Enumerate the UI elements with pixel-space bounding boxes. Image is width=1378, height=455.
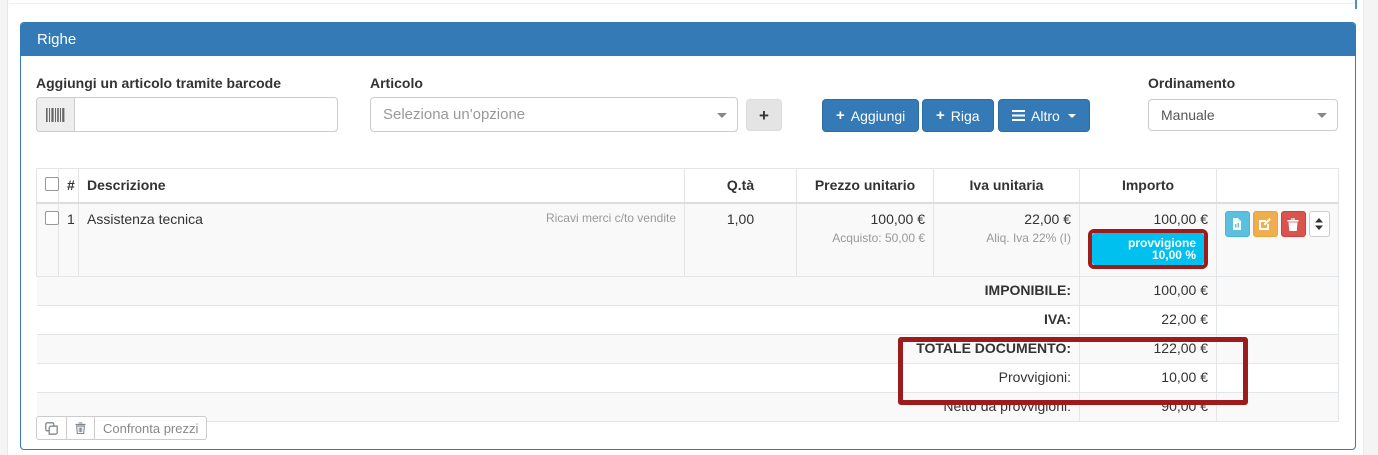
righe-panel: Righe Aggiungi un articolo tramite barco… [20, 22, 1356, 450]
trash-icon [75, 422, 86, 434]
rows-table: # Descrizione Q.tà Prezzo unitario Iva u… [36, 168, 1339, 422]
row-account: Ricavi merci c/to vendite [546, 211, 676, 225]
summary-label: Provvigioni: [37, 364, 1080, 393]
add-article-button[interactable]: + [746, 99, 782, 131]
ordinamento-label: Ordinamento [1148, 75, 1235, 91]
riga-button[interactable]: + Riga [922, 99, 994, 132]
row-description: Assistenza tecnica [87, 211, 203, 227]
row-select-cell [37, 203, 59, 277]
row-purchase-price: Acquisto: 50,00 € [805, 231, 925, 245]
panel-title: Righe [21, 23, 1355, 56]
file-document-icon [1230, 217, 1244, 231]
summary-label: IVA: [37, 306, 1080, 335]
articolo-select[interactable]: Seleziona un'opzione [370, 97, 738, 132]
provvigione-badge: provvigione 10,00 % [1092, 233, 1204, 265]
summary-value: 22,00 € [1080, 306, 1217, 335]
col-importo: Importo [1080, 169, 1217, 204]
barcode-addon [36, 97, 74, 132]
col-qta: Q.tà [685, 169, 797, 204]
col-descrizione: Descrizione [79, 169, 685, 204]
altro-dropdown-button[interactable]: Altro [998, 99, 1090, 132]
row-amount-cell: 100,00 € provvigione 10,00 % [1080, 203, 1217, 277]
plus-icon: + [936, 107, 945, 124]
row-vat-rate: Aliq. Iva 22% (I) [942, 231, 1071, 245]
summary-value: 122,00 € [1080, 335, 1217, 364]
summary-value: 10,00 € [1080, 364, 1217, 393]
riga-button-label: Riga [951, 108, 980, 124]
barcode-icon [46, 108, 66, 122]
summary-empty-cell [1217, 335, 1339, 364]
row-unit-price: 100,00 € [805, 211, 925, 227]
plus-icon: + [759, 107, 769, 124]
previous-panel-divider [9, 3, 1355, 4]
row-description-cell: Assistenza tecnica Ricavi merci c/to ven… [79, 203, 685, 277]
chevron-down-icon [1317, 113, 1327, 118]
summary-label: IMPONIBILE: [37, 277, 1080, 306]
sort-arrows-icon [1314, 218, 1324, 230]
highlight-annotation-badge: provvigione 10,00 % [1088, 229, 1208, 269]
summary-empty-cell [1217, 277, 1339, 306]
edit-button[interactable] [1253, 211, 1278, 237]
rows-table-wrap: # Descrizione Q.tà Prezzo unitario Iva u… [36, 168, 1338, 422]
list-icon [1012, 110, 1025, 121]
trash-icon [1287, 218, 1299, 231]
barcode-input[interactable] [74, 97, 338, 132]
summary-row-totale: TOTALE DOCUMENTO: 122,00 € [37, 335, 1339, 364]
page-gutter-left [0, 0, 8, 455]
summary-empty-cell [1217, 306, 1339, 335]
select-all-checkbox[interactable] [45, 177, 59, 191]
aggiungi-button[interactable]: + Aggiungi [822, 99, 919, 132]
table-row: 1 Assistenza tecnica Ricavi merci c/to v… [37, 203, 1339, 277]
sort-handle[interactable] [1309, 211, 1330, 237]
row-number: 1 [59, 203, 79, 277]
copy-icon [45, 422, 58, 435]
altro-button-label: Altro [1031, 108, 1060, 124]
barcode-input-group [36, 97, 338, 132]
col-actions [1217, 169, 1339, 204]
panel-body: Aggiungi un articolo tramite barcode Art… [21, 56, 1355, 449]
row-checkbox[interactable] [45, 211, 59, 225]
page-gutter-right [1363, 0, 1378, 455]
plus-icon: + [836, 107, 845, 124]
summary-row-imponibile: IMPONIBILE: 100,00 € [37, 277, 1339, 306]
col-iva: Iva unitaria [934, 169, 1080, 204]
row-qty: 1,00 [685, 203, 797, 277]
confronta-prezzi-button[interactable]: Confronta prezzi [94, 416, 207, 440]
row-unit-vat-cell: 22,00 € Aliq. Iva 22% (I) [934, 203, 1080, 277]
summary-row-iva: IVA: 22,00 € [37, 306, 1339, 335]
select-all-cell [37, 169, 59, 204]
row-unit-vat: 22,00 € [942, 211, 1071, 227]
summary-row-provvigioni: Provvigioni: 10,00 € [37, 364, 1339, 393]
col-num: # [59, 169, 79, 204]
delete-button[interactable] [1281, 211, 1306, 237]
footer-button-group: Confronta prezzi [36, 416, 207, 440]
ordinamento-select[interactable]: Manuale [1148, 99, 1338, 131]
summary-empty-cell [1217, 393, 1339, 422]
ordinamento-select-value: Manuale [1161, 107, 1215, 123]
summary-value: 90,00 € [1080, 393, 1217, 422]
row-unit-price-cell: 100,00 € Acquisto: 50,00 € [797, 203, 934, 277]
chevron-down-icon [717, 113, 727, 118]
document-button[interactable] [1225, 211, 1250, 237]
edit-icon [1258, 217, 1272, 231]
col-prezzo: Prezzo unitario [797, 169, 934, 204]
confronta-prezzi-label: Confronta prezzi [103, 421, 198, 436]
articolo-label: Articolo [370, 75, 423, 91]
summary-row-netto: Netto da provvigioni: 90,00 € [37, 393, 1339, 422]
summary-label: TOTALE DOCUMENTO: [37, 335, 1080, 364]
previous-panel-border [1355, 0, 1357, 9]
delete-rows-button[interactable] [66, 416, 95, 440]
summary-empty-cell [1217, 364, 1339, 393]
row-actions-cell [1217, 203, 1339, 277]
aggiungi-button-label: Aggiungi [851, 108, 906, 124]
summary-value: 100,00 € [1080, 277, 1217, 306]
caret-down-icon [1068, 114, 1076, 118]
table-header-row: # Descrizione Q.tà Prezzo unitario Iva u… [37, 169, 1339, 204]
duplicate-rows-button[interactable] [36, 416, 67, 440]
row-amount: 100,00 € [1088, 211, 1208, 227]
barcode-label: Aggiungi un articolo tramite barcode [36, 75, 281, 91]
articolo-select-value: Seleziona un'opzione [383, 106, 525, 123]
